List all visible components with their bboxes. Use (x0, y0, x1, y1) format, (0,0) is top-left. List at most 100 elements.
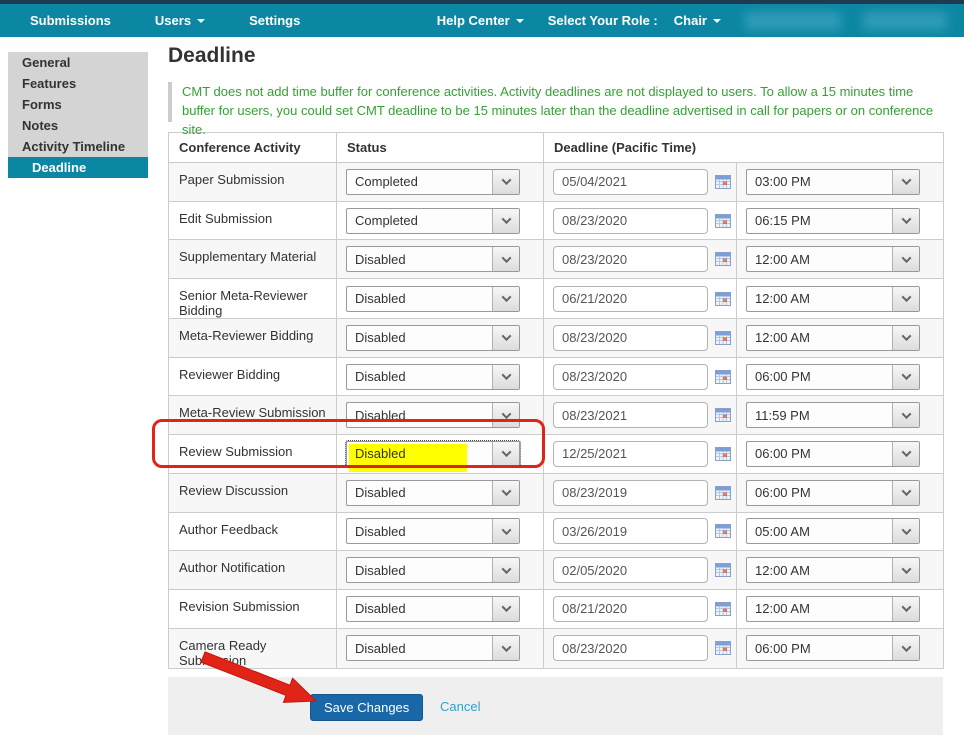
calendar-icon[interactable] (715, 562, 731, 578)
redacted-user-name (863, 11, 947, 30)
nav-settings[interactable]: Settings (249, 13, 300, 28)
date-field-group (544, 324, 736, 351)
calendar-icon[interactable] (715, 640, 731, 656)
sidebar-item-notes[interactable]: Notes (8, 115, 148, 136)
chevron-down-icon[interactable] (492, 558, 519, 583)
nav-submissions[interactable]: Submissions (30, 13, 111, 28)
calendar-icon[interactable] (715, 213, 731, 229)
chevron-down-icon[interactable] (492, 636, 519, 661)
chevron-down-icon[interactable] (892, 403, 919, 428)
status-select[interactable]: Disabled (346, 363, 520, 390)
date-input[interactable] (553, 324, 708, 351)
status-select[interactable]: Disabled (345, 439, 521, 472)
calendar-icon[interactable] (715, 251, 731, 267)
time-select[interactable]: 03:00 PM (746, 168, 920, 195)
status-select[interactable]: Disabled (346, 557, 520, 584)
chevron-down-icon[interactable] (892, 596, 919, 621)
chevron-down-icon[interactable] (492, 364, 519, 389)
chevron-down-icon[interactable] (492, 519, 519, 544)
status-select[interactable]: Disabled (346, 635, 520, 662)
chevron-down-icon[interactable] (492, 208, 519, 233)
chevron-down-icon[interactable] (892, 208, 919, 233)
date-input[interactable] (553, 595, 708, 622)
table-row: Author Feedback Disabled 03/26/2019 05:0… (168, 511, 944, 552)
time-select[interactable]: 06:00 PM (746, 440, 920, 467)
time-select[interactable]: 06:00 PM (746, 363, 920, 390)
chevron-down-icon[interactable] (892, 286, 919, 311)
chevron-down-icon[interactable] (492, 480, 519, 505)
chevron-down-icon[interactable] (892, 558, 919, 583)
chevron-down-icon[interactable] (892, 325, 919, 350)
date-input[interactable] (553, 402, 708, 429)
time-select[interactable]: 12:00 AM (746, 285, 920, 312)
date-input[interactable] (553, 246, 708, 273)
time-select[interactable]: 06:00 PM (746, 479, 920, 506)
date-input[interactable] (553, 207, 708, 234)
status-select[interactable]: Disabled (346, 402, 520, 429)
calendar-icon[interactable] (715, 407, 731, 423)
status-select[interactable]: Completed (346, 168, 520, 195)
nav-help-center[interactable]: Help Center (437, 13, 524, 28)
table-header-row: Conference Activity Status Deadline (Pac… (168, 132, 944, 163)
time-select[interactable]: 12:00 AM (746, 324, 920, 351)
date-input[interactable] (553, 557, 708, 584)
chevron-down-icon[interactable] (892, 247, 919, 272)
time-select[interactable]: 05:00 AM (746, 518, 920, 545)
time-value: 03:00 PM (755, 174, 811, 190)
status-select[interactable]: Disabled (346, 324, 520, 351)
sidebar-item-general[interactable]: General (8, 52, 148, 73)
chevron-down-icon[interactable] (892, 636, 919, 661)
chevron-down-icon[interactable] (492, 169, 519, 194)
chevron-down-icon[interactable] (492, 286, 519, 311)
sidebar-item-deadline[interactable]: Deadline (8, 157, 148, 178)
chevron-down-icon[interactable] (892, 364, 919, 389)
status-select[interactable]: Disabled (346, 479, 520, 506)
status-select[interactable]: Disabled (346, 518, 520, 545)
nav-users[interactable]: Users (155, 13, 206, 28)
calendar-icon[interactable] (715, 174, 731, 190)
status-value: Disabled (355, 485, 406, 501)
status-select[interactable]: Disabled (346, 595, 520, 622)
chevron-down-icon[interactable] (492, 441, 519, 466)
sidebar-item-forms[interactable]: Forms (8, 94, 148, 115)
chevron-down-icon[interactable] (492, 403, 519, 428)
calendar-icon[interactable] (715, 291, 731, 307)
time-select[interactable]: 06:15 PM (746, 207, 920, 234)
calendar-icon[interactable] (715, 330, 731, 346)
save-changes-button[interactable]: Save Changes (310, 693, 424, 721)
chevron-down-icon[interactable] (892, 519, 919, 544)
calendar-icon[interactable] (715, 601, 731, 617)
time-select[interactable]: 06:00 PM (746, 635, 920, 662)
status-value: Disabled (355, 562, 406, 578)
calendar-icon[interactable] (715, 369, 731, 385)
date-input[interactable] (553, 285, 708, 312)
date-input[interactable] (553, 479, 708, 506)
status-select[interactable]: Completed (346, 207, 520, 234)
date-input[interactable] (553, 363, 708, 390)
sidebar-item-features[interactable]: Features (8, 73, 148, 94)
table-row: Meta-Reviewer Bidding Disabled 08/23/202… (168, 318, 944, 358)
time-select[interactable]: 11:59 PM (746, 402, 920, 429)
chevron-down-icon[interactable] (892, 441, 919, 466)
sidebar-item-activity-timeline[interactable]: Activity Timeline (8, 136, 148, 157)
status-select[interactable]: Disabled (346, 246, 520, 273)
status-select[interactable]: Disabled (346, 285, 520, 312)
calendar-icon[interactable] (715, 485, 731, 501)
time-select[interactable]: 12:00 AM (746, 557, 920, 584)
chevron-down-icon[interactable] (492, 247, 519, 272)
calendar-icon[interactable] (715, 446, 731, 462)
chevron-down-icon[interactable] (492, 325, 519, 350)
date-input[interactable] (553, 168, 708, 195)
chevron-down-icon[interactable] (492, 596, 519, 621)
chevron-down-icon[interactable] (892, 480, 919, 505)
cancel-link[interactable]: Cancel (440, 699, 480, 714)
date-input[interactable] (553, 440, 708, 467)
nav-role-dropdown[interactable]: Chair (674, 13, 721, 28)
time-select[interactable]: 12:00 AM (746, 595, 920, 622)
date-field-group (544, 440, 736, 467)
calendar-icon[interactable] (715, 523, 731, 539)
date-input[interactable] (553, 518, 708, 545)
date-input[interactable] (553, 635, 708, 662)
chevron-down-icon[interactable] (892, 169, 919, 194)
time-select[interactable]: 12:00 AM (746, 246, 920, 273)
